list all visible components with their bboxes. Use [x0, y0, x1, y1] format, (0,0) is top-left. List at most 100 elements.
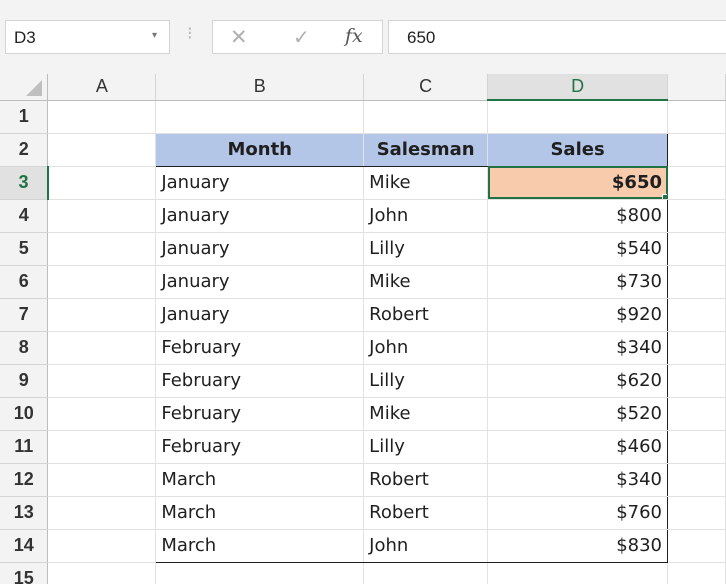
cell-salesman[interactable]: John [363, 331, 489, 365]
cell-e[interactable] [667, 199, 726, 233]
cell-e[interactable] [667, 265, 726, 299]
column-header-b[interactable]: B [155, 74, 365, 101]
cell-month[interactable]: March [155, 529, 365, 563]
cell-month[interactable]: March [155, 463, 365, 497]
cell-sales[interactable]: $520 [487, 397, 668, 431]
cell-salesman[interactable]: Lilly [363, 232, 489, 266]
cell-a[interactable] [47, 331, 157, 365]
cell-a[interactable] [47, 265, 157, 299]
cell-sales[interactable]: $800 [487, 199, 668, 233]
row-header[interactable]: 6 [0, 265, 49, 299]
cell-month[interactable]: January [155, 199, 365, 233]
cell-sales[interactable]: $920 [487, 298, 668, 332]
cell-month[interactable]: February [155, 430, 365, 464]
cell-month[interactable]: January [155, 298, 365, 332]
cell-e2[interactable] [667, 133, 726, 167]
cell-sales[interactable]: $830 [487, 529, 668, 563]
name-box[interactable]: D3 ▾ [5, 20, 170, 54]
cell-sales[interactable]: $620 [487, 364, 668, 398]
cell-sales[interactable]: $760 [487, 496, 668, 530]
cell-month[interactable]: January [155, 265, 365, 299]
cell-e[interactable] [667, 331, 726, 365]
row-header[interactable]: 5 [0, 232, 49, 266]
cell-month[interactable]: March [155, 496, 365, 530]
cell-a[interactable] [47, 430, 157, 464]
row-header[interactable]: 8 [0, 331, 49, 365]
column-header-c[interactable]: C [363, 74, 489, 101]
cell-sales[interactable]: $340 [487, 463, 668, 497]
row-header[interactable]: 13 [0, 496, 49, 530]
cell-c1[interactable] [363, 100, 489, 134]
row-header[interactable]: 15 [0, 562, 49, 584]
cancel-icon[interactable]: ✕ [230, 25, 248, 50]
table-header-sales[interactable]: Sales [487, 132, 668, 167]
cell-a[interactable] [47, 298, 157, 332]
row-header[interactable]: 7 [0, 298, 49, 332]
cell-a[interactable] [47, 397, 157, 431]
cell-a[interactable] [47, 463, 157, 497]
column-header-d[interactable]: D [487, 74, 668, 101]
vertical-dots-icon[interactable]: ⁝ [187, 24, 193, 42]
cell-a3[interactable] [47, 166, 157, 200]
cell-e[interactable] [667, 232, 726, 266]
cell-b1[interactable] [155, 100, 365, 134]
chevron-down-icon[interactable]: ▾ [152, 30, 157, 41]
cell-salesman[interactable]: Robert [363, 298, 489, 332]
row-header[interactable]: 10 [0, 397, 49, 431]
cell-salesman[interactable]: Mike [363, 265, 489, 299]
table-header-salesman[interactable]: Salesman [363, 132, 489, 167]
table-header-month[interactable]: Month [155, 132, 365, 167]
cell-c[interactable] [363, 562, 489, 584]
cell-month[interactable]: January [155, 232, 365, 266]
cell-a[interactable] [47, 496, 157, 530]
cell-a[interactable] [47, 529, 157, 563]
cell-sales[interactable]: $340 [487, 331, 668, 365]
cell-sales-selected[interactable]: $650 [487, 166, 668, 200]
cell-salesman[interactable]: Robert [363, 496, 489, 530]
cell-salesman[interactable]: Mike [363, 397, 489, 431]
cell-a2[interactable] [47, 133, 157, 167]
cell-a[interactable] [47, 364, 157, 398]
row-header[interactable]: 11 [0, 430, 49, 464]
row-header[interactable]: 3 [0, 166, 49, 200]
cell-month[interactable]: February [155, 397, 365, 431]
row-header[interactable]: 14 [0, 529, 49, 563]
row-header[interactable]: 2 [0, 133, 49, 167]
cell-a[interactable] [47, 199, 157, 233]
cell-sales[interactable]: $460 [487, 430, 668, 464]
cell-salesman[interactable]: John [363, 529, 489, 563]
cell-salesman[interactable]: Mike [363, 166, 489, 200]
cell-e[interactable] [667, 298, 726, 332]
row-header[interactable]: 12 [0, 463, 49, 497]
cell-e[interactable] [667, 397, 726, 431]
insert-function-icon[interactable]: fx [345, 25, 363, 47]
cell-e1[interactable] [667, 100, 726, 134]
cell-e[interactable] [667, 529, 726, 563]
column-header-a[interactable]: A [47, 74, 157, 101]
enter-icon[interactable]: ✓ [293, 25, 310, 50]
column-header-e[interactable] [667, 74, 726, 101]
cell-e3[interactable] [667, 166, 726, 200]
cell-sales[interactable]: $540 [487, 232, 668, 266]
cell-e[interactable] [667, 430, 726, 464]
cell-salesman[interactable]: Robert [363, 463, 489, 497]
cell-e[interactable] [667, 364, 726, 398]
cell-e[interactable] [667, 562, 726, 584]
cell-e[interactable] [667, 463, 726, 497]
row-header[interactable]: 9 [0, 364, 49, 398]
formula-input[interactable]: 650 [388, 20, 726, 54]
cell-a[interactable] [47, 232, 157, 266]
cell-e[interactable] [667, 496, 726, 530]
cell-salesman[interactable]: John [363, 199, 489, 233]
cell-b[interactable] [155, 562, 365, 584]
cell-salesman[interactable]: Lilly [363, 364, 489, 398]
cell-salesman[interactable]: Lilly [363, 430, 489, 464]
cell-a[interactable] [47, 562, 157, 584]
cell-d[interactable] [487, 562, 668, 584]
cell-month[interactable]: January [155, 166, 365, 200]
fill-handle[interactable] [662, 193, 667, 198]
row-header[interactable]: 4 [0, 199, 49, 233]
cell-d1[interactable] [487, 100, 668, 134]
select-all-corner[interactable] [0, 74, 49, 101]
cell-a1[interactable] [47, 100, 157, 134]
